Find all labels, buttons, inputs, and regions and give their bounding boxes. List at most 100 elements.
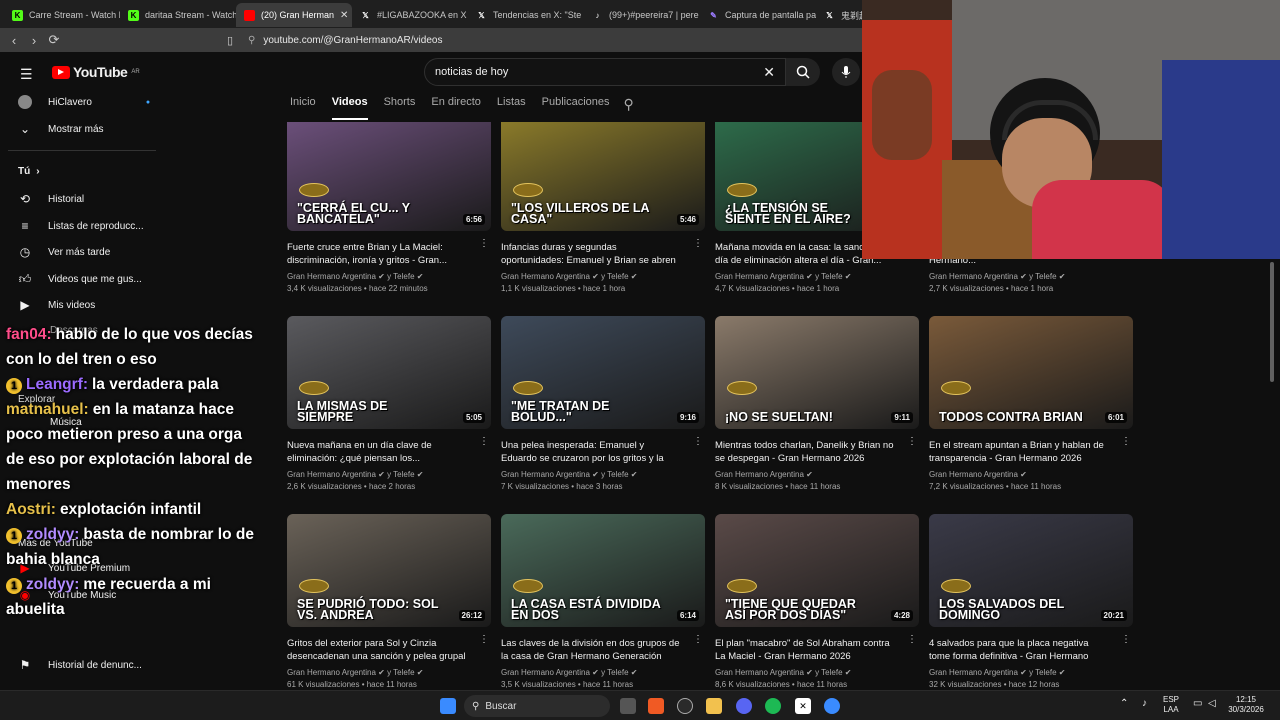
video-card[interactable]: "TIENE QUE QUEDAR ASÍ POR DOS DÍAS" 4:28 E… [715, 514, 919, 691]
browser-tab[interactable]: Kdaritaa Stream - Watch [120, 3, 236, 27]
app-c-icon[interactable] [824, 698, 840, 714]
scrollbar[interactable] [1270, 262, 1274, 382]
sidebar-item-historial-denuncias[interactable]: ⚑ Historial de denunc... [18, 658, 142, 672]
close-tab-icon[interactable]: ✕ [340, 10, 348, 21]
sidebar-item-ver-mas-tarde[interactable]: ◷ Ver más tarde [18, 245, 111, 259]
sidebar-item-hiclavero[interactable]: HiClavero ● [18, 95, 150, 109]
url-field[interactable]: ⚲ youtube.com/@GranHermanoAR/videos [240, 30, 860, 50]
browser-tab[interactable]: K Carre Stream - Watch L [4, 3, 120, 27]
spotify-icon[interactable] [765, 698, 781, 714]
video-card[interactable]: LA CASA ESTÁ DIVIDIDA EN DOS 6:14 Las clav… [501, 514, 705, 691]
more-options-icon[interactable]: ⋮ [479, 634, 489, 645]
video-title[interactable]: Gritos del exterior para Sol y Cinzia de… [287, 637, 467, 663]
clock[interactable]: 12:15 30/3/2026 [1224, 695, 1268, 715]
video-thumbnail[interactable]: LOS SALVADOS DEL DOMINGO 20:21 [929, 514, 1133, 627]
tab-listas[interactable]: Listas [497, 96, 526, 120]
video-channel[interactable]: Gran Hermano Argentina ✔ y Telefe ✔ [501, 667, 705, 679]
reload-icon[interactable]: ⟳ [44, 32, 64, 48]
file-explorer-icon[interactable] [706, 698, 722, 714]
video-card[interactable]: "CERRÁ EL CU... Y BANCATELA" 6:56 Fuerte c… [287, 122, 491, 295]
video-thumbnail[interactable]: LA CASA ESTÁ DIVIDIDA EN DOS 6:14 [501, 514, 705, 627]
video-thumbnail[interactable]: LA MISMAS DE SIEMPRE 5:05 [287, 316, 491, 429]
video-channel[interactable]: Gran Hermano Argentina ✔ y Telefe ✔ [287, 667, 491, 679]
microphone-tray-icon[interactable]: ♪ [1142, 699, 1147, 709]
video-thumbnail[interactable]: "LOS VILLEROS DE LA CASA" 5:46 [501, 122, 705, 231]
sidebar-item-listas[interactable]: ≡ Listas de reproducc... [18, 219, 143, 233]
video-title[interactable]: Infancias duras y segundas oportunidades… [501, 241, 681, 267]
tab-shorts[interactable]: Shorts [384, 96, 416, 120]
voice-search-button[interactable] [832, 58, 860, 86]
more-options-icon[interactable]: ⋮ [693, 436, 703, 447]
brave-icon[interactable] [648, 698, 664, 714]
more-options-icon[interactable]: ⋮ [1121, 634, 1131, 645]
video-channel[interactable]: Gran Hermano Argentina ✔ y Telefe ✔ [715, 271, 919, 283]
video-card[interactable]: ¡NO SE SUELTAN! 9:11 Mientras todos charla… [715, 316, 919, 493]
taskbar-search[interactable]: ⚲ Buscar [464, 695, 610, 717]
video-thumbnail[interactable]: SE PUDRIÓ TODO: SOL VS. ANDREA 26:12 [287, 514, 491, 627]
sidebar-item-historial[interactable]: ⟲ Historial [18, 192, 84, 206]
forward-icon[interactable]: › [24, 33, 44, 48]
video-title[interactable]: Nueva mañana en un día clave de eliminac… [287, 439, 467, 465]
video-title[interactable]: Las claves de la división en dos grupos … [501, 637, 681, 663]
video-channel[interactable]: Gran Hermano Argentina ✔ y Telefe ✔ [501, 469, 705, 481]
video-card[interactable]: "LOS VILLEROS DE LA CASA" 5:46 Infancias d… [501, 122, 705, 295]
network-icon[interactable]: ▭ [1193, 699, 1202, 709]
sidebar-item-videos-gusta[interactable]: 👍︎ Videos que me gus... [18, 272, 142, 286]
video-card[interactable]: LOS SALVADOS DEL DOMINGO 20:21 4 salvados … [929, 514, 1133, 691]
video-card[interactable]: "ME TRATAN DE BOLUD..." 9:16 Una pelea ine… [501, 316, 705, 493]
video-card[interactable]: TODOS CONTRA BRIAN 6:01 En el stream apunt… [929, 316, 1133, 493]
video-title[interactable]: En el stream apuntan a Brian y hablan de… [929, 439, 1109, 465]
video-card[interactable]: LA MISMAS DE SIEMPRE 5:05 Nueva mañana en … [287, 316, 491, 493]
video-thumbnail[interactable]: "ME TRATAN DE BOLUD..." 9:16 [501, 316, 705, 429]
language-indicator[interactable]: ESP LAA [1163, 695, 1179, 715]
more-options-icon[interactable]: ⋮ [479, 436, 489, 447]
browser-tab[interactable]: ♪ (99+)#peereira7 | pere [584, 3, 700, 27]
sidebar-item-mis-videos[interactable]: ▶ Mis videos [18, 298, 95, 312]
video-title[interactable]: Una pelea inesperada: Emanuel y Eduardo … [501, 439, 681, 465]
capcut-icon[interactable]: ✕ [795, 698, 811, 714]
sidebar-you-header[interactable]: Tú › [18, 166, 40, 177]
video-channel[interactable]: Gran Hermano Argentina ✔ y Telefe ✔ [287, 271, 491, 283]
more-options-icon[interactable]: ⋮ [693, 634, 703, 645]
tray-chevron-icon[interactable]: ⌃ [1120, 699, 1128, 709]
browser-tab[interactable]: 𝕏 Tendencias en X: "Ste [468, 3, 584, 27]
search-button[interactable] [786, 58, 820, 86]
video-channel[interactable]: Gran Hermano Argentina ✔ y Telefe ✔ [287, 469, 491, 481]
back-icon[interactable]: ‹ [4, 33, 24, 48]
browser-tab[interactable]: ✎ Captura de pantalla pa [700, 3, 816, 27]
clear-search-icon[interactable]: ✕ [763, 64, 775, 81]
video-channel[interactable]: Gran Hermano Argentina ✔ y Telefe ✔ [929, 271, 1133, 283]
channel-search-icon[interactable]: ⚲ [624, 96, 634, 120]
video-thumbnail[interactable]: "TIENE QUE QUEDAR ASÍ POR DOS DÍAS" 4:28 [715, 514, 919, 627]
hamburger-menu-icon[interactable]: ☰ [20, 66, 33, 83]
tab-inicio[interactable]: Inicio [290, 96, 316, 120]
more-options-icon[interactable]: ⋮ [1121, 436, 1131, 447]
video-thumbnail[interactable]: "CERRÁ EL CU... Y BANCATELA" 6:56 [287, 122, 491, 231]
browser-tab[interactable]: (20) Gran Herman ✕ [236, 3, 352, 27]
more-options-icon[interactable]: ⋮ [693, 238, 703, 249]
task-view-icon[interactable] [620, 698, 636, 714]
video-card[interactable]: SE PUDRIÓ TODO: SOL VS. ANDREA 26:12 Grito… [287, 514, 491, 691]
video-channel[interactable]: Gran Hermano Argentina ✔ y Telefe ✔ [929, 667, 1133, 679]
search-input[interactable]: noticias de hoy ✕ [424, 58, 786, 86]
discord-icon[interactable] [736, 698, 752, 714]
tab-videos[interactable]: Videos [331, 96, 368, 120]
more-options-icon[interactable]: ⋮ [479, 238, 489, 249]
windows-start-icon[interactable] [440, 698, 456, 714]
site-info-icon[interactable]: ⚲ [248, 35, 255, 46]
more-options-icon[interactable]: ⋮ [907, 634, 917, 645]
video-channel[interactable]: Gran Hermano Argentina ✔ y Telefe ✔ [715, 667, 919, 679]
video-title[interactable]: Mientras todos charlan, Danelik y Brian … [715, 439, 895, 465]
video-thumbnail[interactable]: TODOS CONTRA BRIAN 6:01 [929, 316, 1133, 429]
tab-publicaciones[interactable]: Publicaciones [542, 96, 610, 120]
youtube-logo[interactable]: YouTube AR [52, 64, 140, 80]
tab-en-directo[interactable]: En directo [431, 96, 481, 120]
more-options-icon[interactable]: ⋮ [907, 436, 917, 447]
sidebar-item-mostrar-mas[interactable]: ⌄ Mostrar más [18, 122, 104, 136]
video-channel[interactable]: Gran Hermano Argentina ✔ [715, 469, 919, 481]
video-title[interactable]: Fuerte cruce entre Brian y La Maciel: di… [287, 241, 467, 267]
app-icon[interactable] [677, 698, 693, 714]
video-thumbnail[interactable]: ¡NO SE SUELTAN! 9:11 [715, 316, 919, 429]
video-channel[interactable]: Gran Hermano Argentina ✔ [929, 469, 1133, 481]
video-title[interactable]: 4 salvados para que la placa negativa to… [929, 637, 1109, 663]
